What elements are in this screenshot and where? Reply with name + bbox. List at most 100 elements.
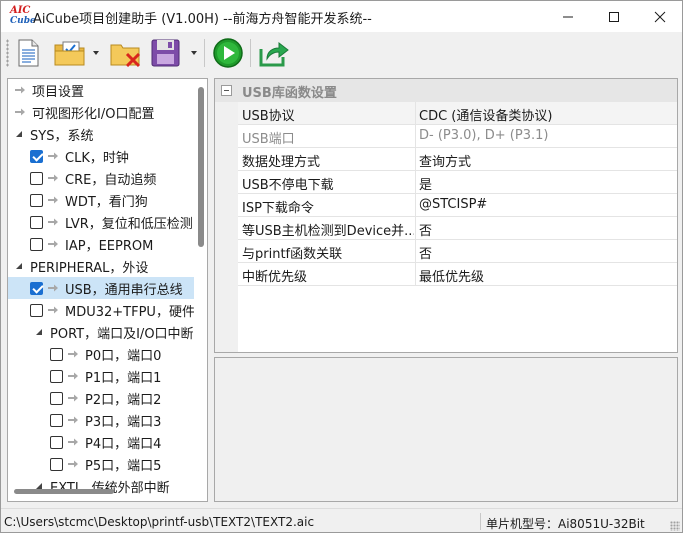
open-project-button[interactable] (53, 37, 87, 69)
property-value[interactable]: 否 (419, 243, 432, 262)
save-project-button[interactable] (149, 37, 183, 69)
tree-item-label: CRE，自动追频 (65, 172, 157, 188)
tree-item-checkbox[interactable] (30, 281, 43, 295)
tree-item[interactable]: PERIPHERAL，外设 (8, 255, 194, 277)
tree-item[interactable]: P5口，端口5 (8, 453, 194, 475)
property-category[interactable]: USB库函数设置 (215, 79, 677, 102)
tree-horizontal-scrollbar[interactable] (14, 489, 114, 494)
property-divider[interactable] (415, 125, 416, 148)
tree-item-checkbox[interactable] (30, 215, 43, 229)
run-button[interactable] (212, 37, 244, 69)
module-tree[interactable]: 项目设置 可视图形化I/O口配置 SYS，系统 CLK，时钟 CRE，自动追频 WDT，看… (7, 78, 208, 502)
right-arrow-icon (48, 218, 58, 226)
property-value[interactable]: @STCISP# (419, 197, 487, 212)
property-value[interactable]: 查询方式 (419, 151, 471, 170)
toolbar-separator (250, 39, 251, 67)
property-row[interactable]: USB协议 CDC (通信设备类协议) (238, 102, 677, 125)
collapse-icon[interactable] (221, 85, 232, 96)
right-arrow-icon (48, 284, 58, 292)
property-row[interactable]: ISP下载命令 @STCISP# (238, 194, 677, 217)
tree-item-label: IAP，EEPROM (65, 238, 154, 254)
property-value[interactable]: 是 (419, 174, 432, 193)
tree-item[interactable]: IAP，EEPROM (8, 233, 194, 255)
close-button[interactable] (637, 1, 682, 32)
close-project-button[interactable] (109, 37, 143, 69)
tree-item[interactable]: CRE，自动追频 (8, 167, 194, 189)
window-title: AiCube项目创建助手 (V1.00H) --前海方舟智能开发系统-- (33, 12, 372, 27)
tree-item[interactable]: P0口，端口0 (8, 343, 194, 365)
right-arrow-icon (48, 196, 58, 204)
property-row[interactable]: 数据处理方式 查询方式 (238, 148, 677, 171)
app-logo: AIC Cube (10, 6, 36, 28)
toolbar-separator (204, 39, 205, 67)
expanded-arrow-icon[interactable] (14, 129, 24, 139)
tree-item-checkbox[interactable] (50, 347, 63, 361)
property-divider[interactable] (415, 171, 416, 194)
property-name: 等USB主机检测到Device并... (242, 224, 414, 239)
title-bar: AIC Cube AiCube项目创建助手 (V1.00H) --前海方舟智能开… (1, 1, 682, 32)
tree-item[interactable]: P2口，端口2 (8, 387, 194, 409)
property-divider[interactable] (415, 148, 416, 171)
tree-item-checkbox[interactable] (30, 171, 43, 185)
property-row[interactable]: USB端口 D- (P3.0), D+ (P3.1) (238, 125, 677, 148)
tree-item[interactable]: P1口，端口1 (8, 365, 194, 387)
property-name: USB协议 (242, 109, 295, 124)
tree-item-checkbox[interactable] (50, 457, 63, 471)
minimize-button[interactable] (545, 1, 591, 32)
maximize-button[interactable] (591, 1, 637, 32)
new-project-button[interactable] (13, 37, 43, 69)
tree-item[interactable]: MDU32+TFPU，硬件 (8, 299, 194, 321)
close-icon (654, 11, 666, 22)
tree-item[interactable]: SYS，系统 (8, 123, 194, 145)
tree-item[interactable]: PORT，端口及I/O口中断 (8, 321, 194, 343)
minimize-icon (563, 16, 573, 17)
property-row[interactable]: USB不停电下载 是 (238, 171, 677, 194)
tree-item-checkbox[interactable] (30, 237, 43, 251)
save-disk-icon (151, 39, 180, 67)
tree-item[interactable]: P4口，端口4 (8, 431, 194, 453)
property-value[interactable]: CDC (通信设备类协议) (419, 105, 552, 124)
open-dropdown-arrow[interactable] (93, 51, 99, 55)
tree-item[interactable]: 项目设置 (8, 79, 194, 101)
tree-item-checkbox[interactable] (30, 303, 43, 317)
play-icon (213, 38, 243, 68)
tree-item-label: P1口，端口1 (85, 370, 162, 386)
right-arrow-icon (68, 394, 78, 402)
right-arrow-icon (68, 372, 78, 380)
property-row[interactable]: 与printf函数关联 否 (238, 240, 677, 263)
tree-item-checkbox[interactable] (50, 413, 63, 427)
property-row[interactable]: 中断优先级 最低优先级 (238, 263, 677, 286)
tree-item-checkbox[interactable] (50, 369, 63, 383)
tree-item[interactable]: P3口，端口3 (8, 409, 194, 431)
tree-item-label: MDU32+TFPU，硬件 (65, 304, 194, 320)
property-divider[interactable] (415, 240, 416, 263)
tree-item[interactable]: LVR，复位和低压检测 (8, 211, 194, 233)
expanded-arrow-icon[interactable] (14, 261, 24, 271)
tree-vertical-scrollbar[interactable] (198, 87, 204, 247)
tree-item[interactable]: USB，通用串行总线 (8, 277, 194, 299)
tree-item-label: CLK，时钟 (65, 150, 129, 166)
tree-item[interactable]: WDT，看门狗 (8, 189, 194, 211)
property-divider[interactable] (415, 217, 416, 240)
export-button[interactable] (257, 37, 291, 69)
property-grid: USB库函数设置 USB协议 CDC (通信设备类协议) USB端口 D- (P3.0… (214, 78, 678, 353)
save-dropdown-arrow[interactable] (191, 51, 197, 55)
open-folder-icon (54, 41, 85, 66)
tree-item[interactable]: CLK，时钟 (8, 145, 194, 167)
property-divider[interactable] (415, 263, 416, 286)
tree-item-checkbox[interactable] (50, 391, 63, 405)
tree-item[interactable]: 可视图形化I/O口配置 (8, 101, 194, 123)
property-divider[interactable] (415, 194, 416, 217)
property-row[interactable]: 等USB主机检测到Device并... 否 (238, 217, 677, 240)
tree-item-checkbox[interactable] (50, 435, 63, 449)
tree-item-checkbox[interactable] (30, 193, 43, 207)
toolbar-grip[interactable] (6, 39, 9, 67)
expanded-arrow-icon[interactable] (34, 327, 44, 337)
property-name: 中断优先级 (242, 270, 308, 285)
resize-grip[interactable] (670, 521, 680, 531)
tree-item-checkbox[interactable] (30, 149, 43, 163)
property-divider[interactable] (415, 102, 416, 125)
property-value[interactable]: 最低优先级 (419, 266, 484, 285)
property-value[interactable]: 否 (419, 220, 432, 239)
tree-item-label: P3口，端口3 (85, 414, 162, 430)
